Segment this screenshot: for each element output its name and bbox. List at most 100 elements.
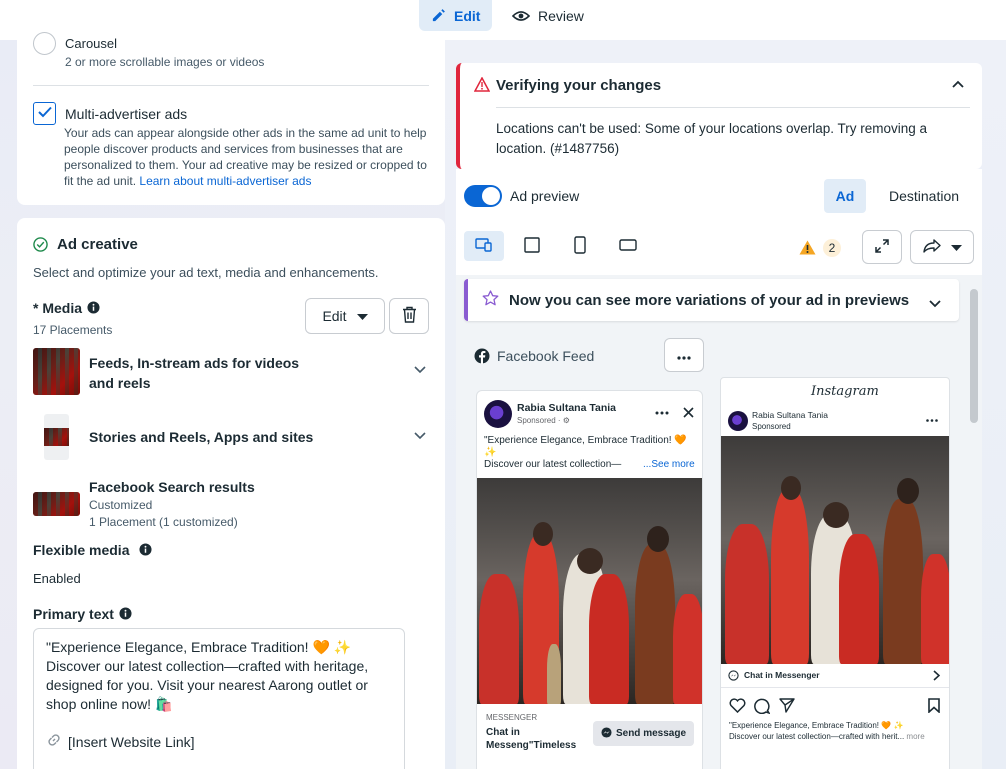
send-icon: [779, 698, 795, 713]
more-dots-icon: [926, 419, 938, 422]
page-name: Rabia Sultana Tania: [517, 402, 616, 414]
tab-edit-label: Edit: [454, 7, 481, 24]
divider: [496, 107, 970, 108]
media-thumbnail: [44, 428, 69, 446]
multi-advertiser-checkbox[interactable]: [33, 102, 56, 125]
square-icon: [524, 236, 540, 256]
info-icon[interactable]: [119, 607, 132, 620]
send-message-label: Send message: [615, 728, 687, 739]
segment-ad[interactable]: Ad: [824, 179, 866, 213]
all-devices-button[interactable]: [464, 231, 504, 261]
square-format-button[interactable]: [512, 231, 552, 261]
check-icon: [37, 106, 52, 121]
placement-feeds-label: Feeds, In-stream ads for videos and reel…: [89, 353, 299, 393]
share-button[interactable]: [910, 230, 974, 264]
cta-headline-line: Chat in: [486, 727, 520, 738]
variations-banner[interactable]: Now you can see more variations of your …: [464, 279, 959, 321]
messenger-icon: [601, 726, 612, 741]
star-icon: [482, 290, 499, 310]
ad-text-line: "Experience Elegance, Embrace Tradition!…: [484, 435, 687, 446]
primary-text-line: designed for you. Visit your nearest Aar…: [46, 677, 368, 693]
warning-icon[interactable]: [799, 240, 816, 255]
ad-preview-panel: Ad preview Ad Destination 2 Now you can …: [456, 169, 982, 769]
trash-icon: [402, 306, 417, 326]
phone-icon: [574, 235, 586, 257]
chat-in-messenger-row: Chat in Messenger: [721, 664, 949, 688]
chevron-down-icon[interactable]: [414, 432, 426, 440]
placements-count: 17 Placements: [33, 323, 113, 337]
multi-advertiser-desc: Your ads can appear alongside other ads …: [64, 125, 434, 189]
media-thumbnail: [33, 348, 80, 395]
ad-creative-subtitle: Select and optimize your ad text, media …: [33, 265, 379, 280]
verify-message-line: location. (#1487756): [496, 141, 620, 156]
cta-source: MESSENGER: [486, 713, 538, 722]
placement-search-detail: 1 Placement (1 customized): [89, 515, 238, 529]
primary-text-input[interactable]: "Experience Elegance, Embrace Tradition!…: [33, 628, 405, 769]
flexible-media-value: Enabled: [33, 571, 81, 586]
see-more-link: ...See more: [643, 459, 695, 470]
verify-message-line: Locations can't be used: Some of your lo…: [496, 121, 928, 136]
verify-alert: Verifying your changes Locations can't b…: [456, 63, 982, 169]
media-edit-button[interactable]: Edit: [305, 298, 385, 334]
info-icon[interactable]: [139, 543, 152, 556]
pencil-icon: [431, 8, 446, 23]
chevron-down-icon: [929, 295, 941, 312]
preview-scrollbar[interactable]: [970, 289, 978, 423]
placement-feeds-line1: Feeds, In-stream ads for videos: [89, 355, 300, 371]
link-icon: [46, 732, 62, 753]
tab-review[interactable]: Review: [500, 0, 600, 31]
media-edit-label: Edit: [322, 308, 347, 324]
expand-button[interactable]: [862, 230, 902, 264]
tab-review-label: Review: [538, 7, 584, 24]
close-icon: [683, 407, 694, 418]
link-row: [Insert Website Link]: [46, 732, 392, 753]
segment-destination[interactable]: Destination: [889, 188, 959, 204]
heart-icon: [729, 698, 746, 713]
media-thumbnail-frame: [44, 414, 69, 460]
messenger-icon: [728, 670, 739, 681]
vertical-format-button[interactable]: [560, 231, 600, 261]
variations-banner-text: Now you can see more variations of your …: [509, 291, 910, 309]
carousel-label: Carousel: [65, 36, 118, 51]
carousel-desc: 2 or more scrollable images or videos: [65, 55, 265, 69]
ad-creative-card: Ad creative Select and optimize your ad …: [17, 218, 445, 769]
ig-caption-line: "Experience Elegance, Embrace Tradition!…: [729, 721, 904, 730]
ig-caption: "Experience Elegance, Embrace Tradition!…: [729, 720, 925, 742]
warning-triangle-icon: [474, 77, 490, 92]
multi-advertiser-label: Multi-advertiser ads: [65, 106, 188, 122]
info-icon[interactable]: [87, 301, 100, 314]
comment-icon: [754, 698, 770, 714]
eye-icon: [512, 10, 530, 22]
sponsored-label: Sponsored: [752, 422, 791, 431]
tab-edit[interactable]: Edit: [419, 0, 492, 31]
sponsored-label: Sponsored · ⚙: [517, 416, 570, 425]
more-options-button[interactable]: [664, 338, 704, 372]
chevron-down-icon[interactable]: [414, 366, 426, 374]
format-card: Carousel 2 or more scrollable images or …: [17, 32, 445, 205]
website-link-placeholder: [Insert Website Link]: [68, 734, 195, 750]
cta-headline: Chat in Messeng"Timeless: [486, 726, 576, 752]
placement-search-status: Customized: [89, 498, 153, 512]
caret-down-icon: [950, 239, 962, 255]
page-avatar: [728, 411, 748, 431]
primary-text-line: Discover our latest collection—crafted w…: [46, 658, 369, 674]
chevron-right-icon: [933, 670, 940, 681]
instagram-logo: Instagram: [811, 384, 879, 399]
delete-media-button[interactable]: [389, 298, 429, 334]
placement-stories-label: Stories and Reels, Apps and sites: [89, 429, 314, 445]
verify-title: Verifying your changes: [496, 77, 662, 94]
top-bar: Edit Review: [0, 0, 1006, 40]
horizontal-format-button[interactable]: [608, 231, 648, 261]
ad-creative-title: Ad creative: [57, 236, 138, 253]
verify-message: Locations can't be used: Some of your lo…: [496, 119, 927, 159]
expand-icon: [875, 238, 889, 256]
chevron-up-icon[interactable]: [952, 80, 964, 88]
caret-down-icon: [356, 308, 368, 324]
share-icon: [922, 238, 941, 256]
ad-image: [721, 436, 949, 664]
ad-preview-toggle[interactable]: [464, 185, 502, 207]
ig-caption-line: Discover our latest collection—crafted w…: [729, 732, 905, 741]
carousel-radio[interactable]: [33, 32, 56, 55]
ig-more-link: more: [906, 732, 925, 741]
multi-advertiser-link[interactable]: Learn about multi-advertiser ads: [139, 174, 311, 188]
